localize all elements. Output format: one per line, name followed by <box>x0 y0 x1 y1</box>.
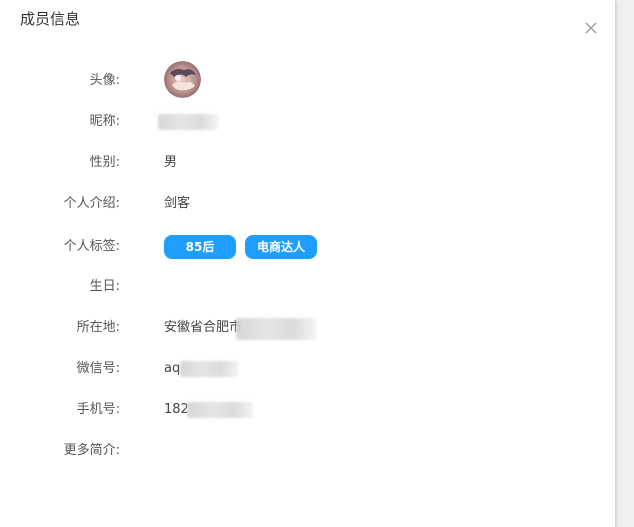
redacted-location <box>236 318 316 340</box>
birthday-row: 生日: <box>0 275 615 299</box>
dialog-title: 成员信息 <box>20 10 81 28</box>
close-icon[interactable] <box>581 18 601 38</box>
location-value: 安徽省合肥市 <box>164 320 243 335</box>
avatar-row: 头像: <box>0 61 615 98</box>
gender-row: 性别: 男 <box>0 151 615 175</box>
nickname-row: 昵称: <box>0 110 615 134</box>
phone-label: 手机号: <box>76 402 120 417</box>
member-info-dialog: 成员信息 头像: 昵称: 性别: 男 个人介绍: 剑客 个人标签: 85后 电商… <box>0 0 615 527</box>
location-row: 所在地: 安徽省合肥市 <box>0 316 615 340</box>
redacted-nickname <box>158 114 218 130</box>
intro-label: 个人介绍: <box>63 196 120 211</box>
tag-badge: 电商达人 <box>245 235 317 259</box>
intro-value: 剑客 <box>164 196 191 211</box>
location-label: 所在地: <box>76 320 120 335</box>
more-intro-label: 更多简介: <box>63 443 120 458</box>
nickname-label: 昵称: <box>89 114 120 129</box>
avatar <box>164 61 201 98</box>
redacted-phone <box>187 402 253 418</box>
redacted-wechat <box>180 361 238 377</box>
dialog-header: 成员信息 <box>0 0 615 40</box>
wechat-row: 微信号: aq <box>0 357 615 381</box>
phone-value: 182 <box>164 402 189 417</box>
wechat-value: aq <box>164 361 181 376</box>
phone-row: 手机号: 182 <box>0 398 615 422</box>
tag-badge: 85后 <box>164 235 236 259</box>
intro-row: 个人介绍: 剑客 <box>0 192 615 216</box>
avatar-label: 头像: <box>89 73 120 88</box>
more-intro-row: 更多简介: <box>0 439 615 463</box>
gender-label: 性别: <box>89 155 120 170</box>
wechat-label: 微信号: <box>76 361 120 376</box>
tags-row: 个人标签: 85后 电商达人 <box>0 235 615 259</box>
gender-value: 男 <box>164 155 178 170</box>
birthday-label: 生日: <box>89 279 120 294</box>
tags-label: 个人标签: <box>63 239 120 254</box>
